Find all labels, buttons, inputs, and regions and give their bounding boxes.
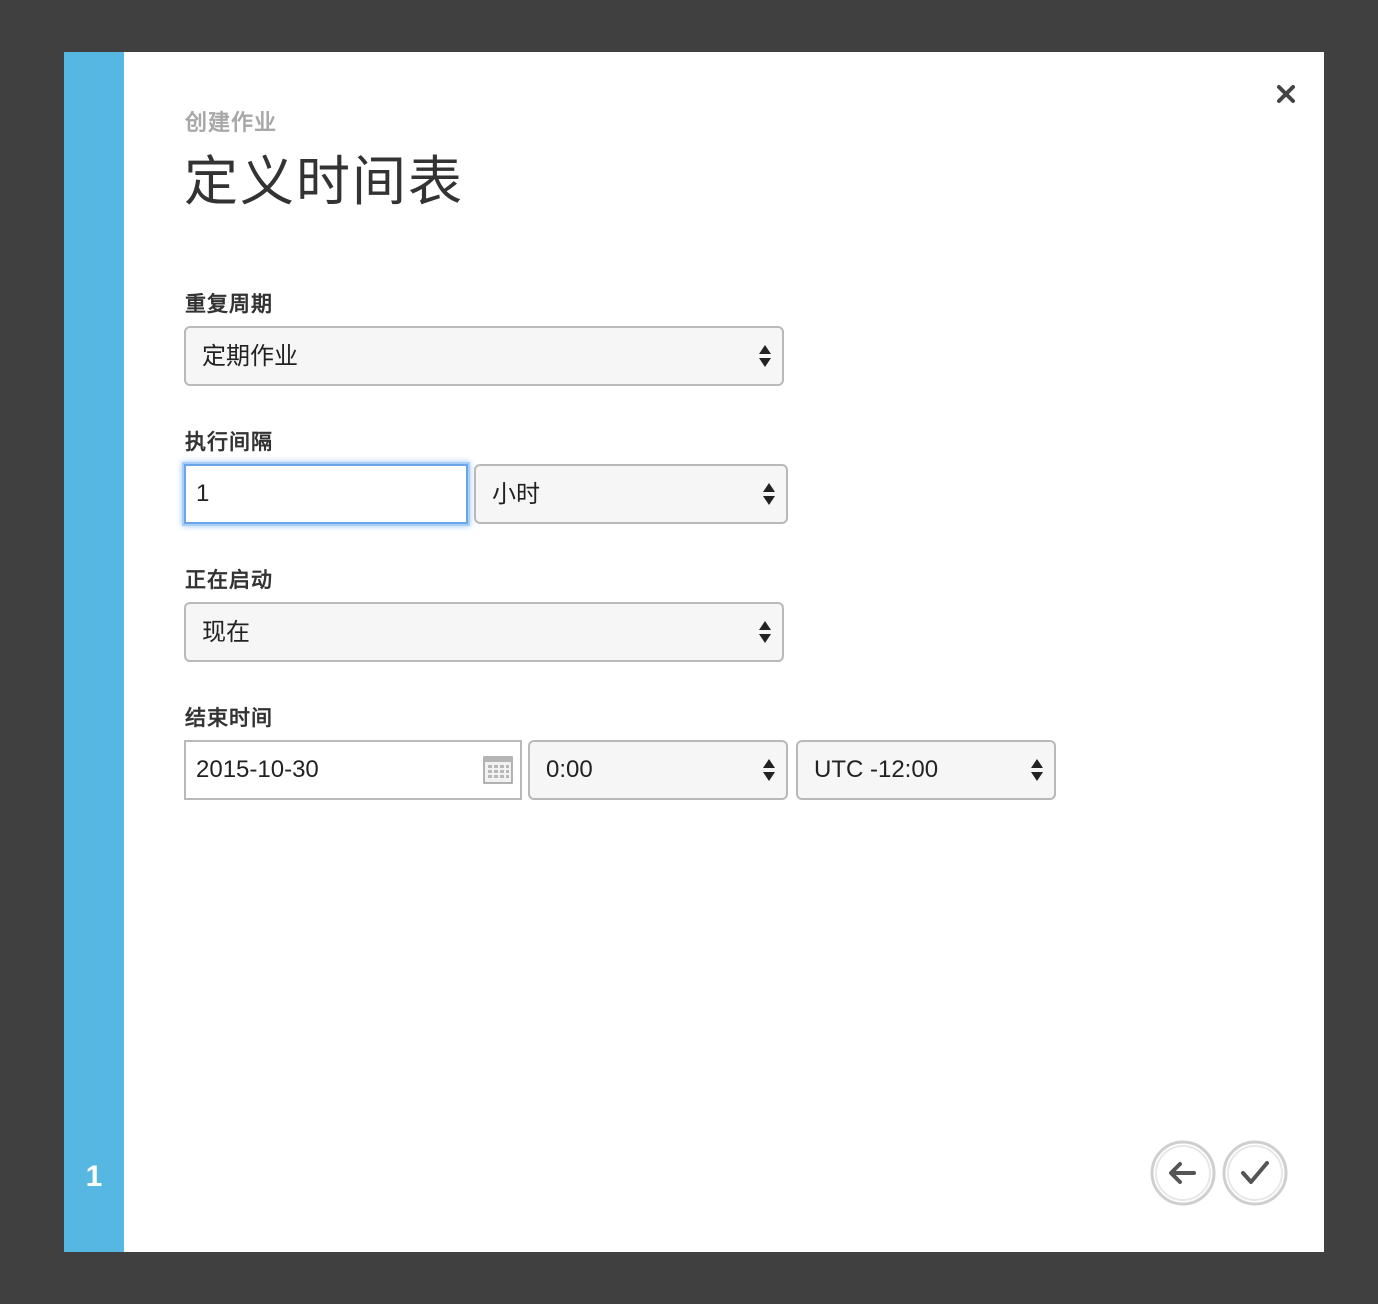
recurrence-select[interactable]: 定期作业 <box>184 326 784 386</box>
interval-unit-select[interactable]: 小时 <box>474 464 788 524</box>
updown-arrows-icon <box>763 483 775 505</box>
updown-arrows-icon <box>1031 759 1043 781</box>
finish-button[interactable] <box>1222 1140 1288 1206</box>
end-time-select[interactable]: 0:00 <box>528 740 788 800</box>
calendar-icon[interactable] <box>482 754 514 786</box>
interval-unit-value: 小时 <box>492 480 540 508</box>
arrow-left-icon <box>1150 1140 1216 1206</box>
start-label: 正在启动 <box>185 568 273 592</box>
updown-arrows-icon <box>759 345 771 367</box>
recurrence-label: 重复周期 <box>185 292 273 316</box>
step-number: 1 <box>85 1160 103 1193</box>
end-timezone-select[interactable]: UTC -12:00 <box>796 740 1056 800</box>
end-label: 结束时间 <box>185 706 273 730</box>
updown-arrows-icon <box>763 759 775 781</box>
interval-input[interactable]: 1 <box>184 464 468 524</box>
dialog-subtitle: 创建作业 <box>185 111 278 136</box>
recurrence-select-value: 定期作业 <box>202 342 298 370</box>
step-rail: 1 <box>64 52 124 1252</box>
end-date-value: 2015-10-30 <box>196 756 319 783</box>
close-icon <box>1277 85 1295 103</box>
back-button[interactable] <box>1150 1140 1216 1206</box>
checkmark-icon <box>1222 1140 1288 1206</box>
end-timezone-value: UTC -12:00 <box>814 756 939 783</box>
updown-arrows-icon <box>759 621 771 643</box>
create-job-dialog: 1 创建作业 定义时间表 重复周期 定期作业 执行间隔 1 小时 正在启动 现在… <box>64 52 1324 1252</box>
start-select-value: 现在 <box>202 618 250 646</box>
interval-label: 执行间隔 <box>185 430 273 454</box>
page-title: 定义时间表 <box>184 150 464 213</box>
end-date-input[interactable]: 2015-10-30 <box>184 740 522 800</box>
end-time-value: 0:00 <box>546 756 593 783</box>
interval-input-value: 1 <box>196 480 210 507</box>
close-button[interactable] <box>1270 78 1302 110</box>
start-select[interactable]: 现在 <box>184 602 784 662</box>
